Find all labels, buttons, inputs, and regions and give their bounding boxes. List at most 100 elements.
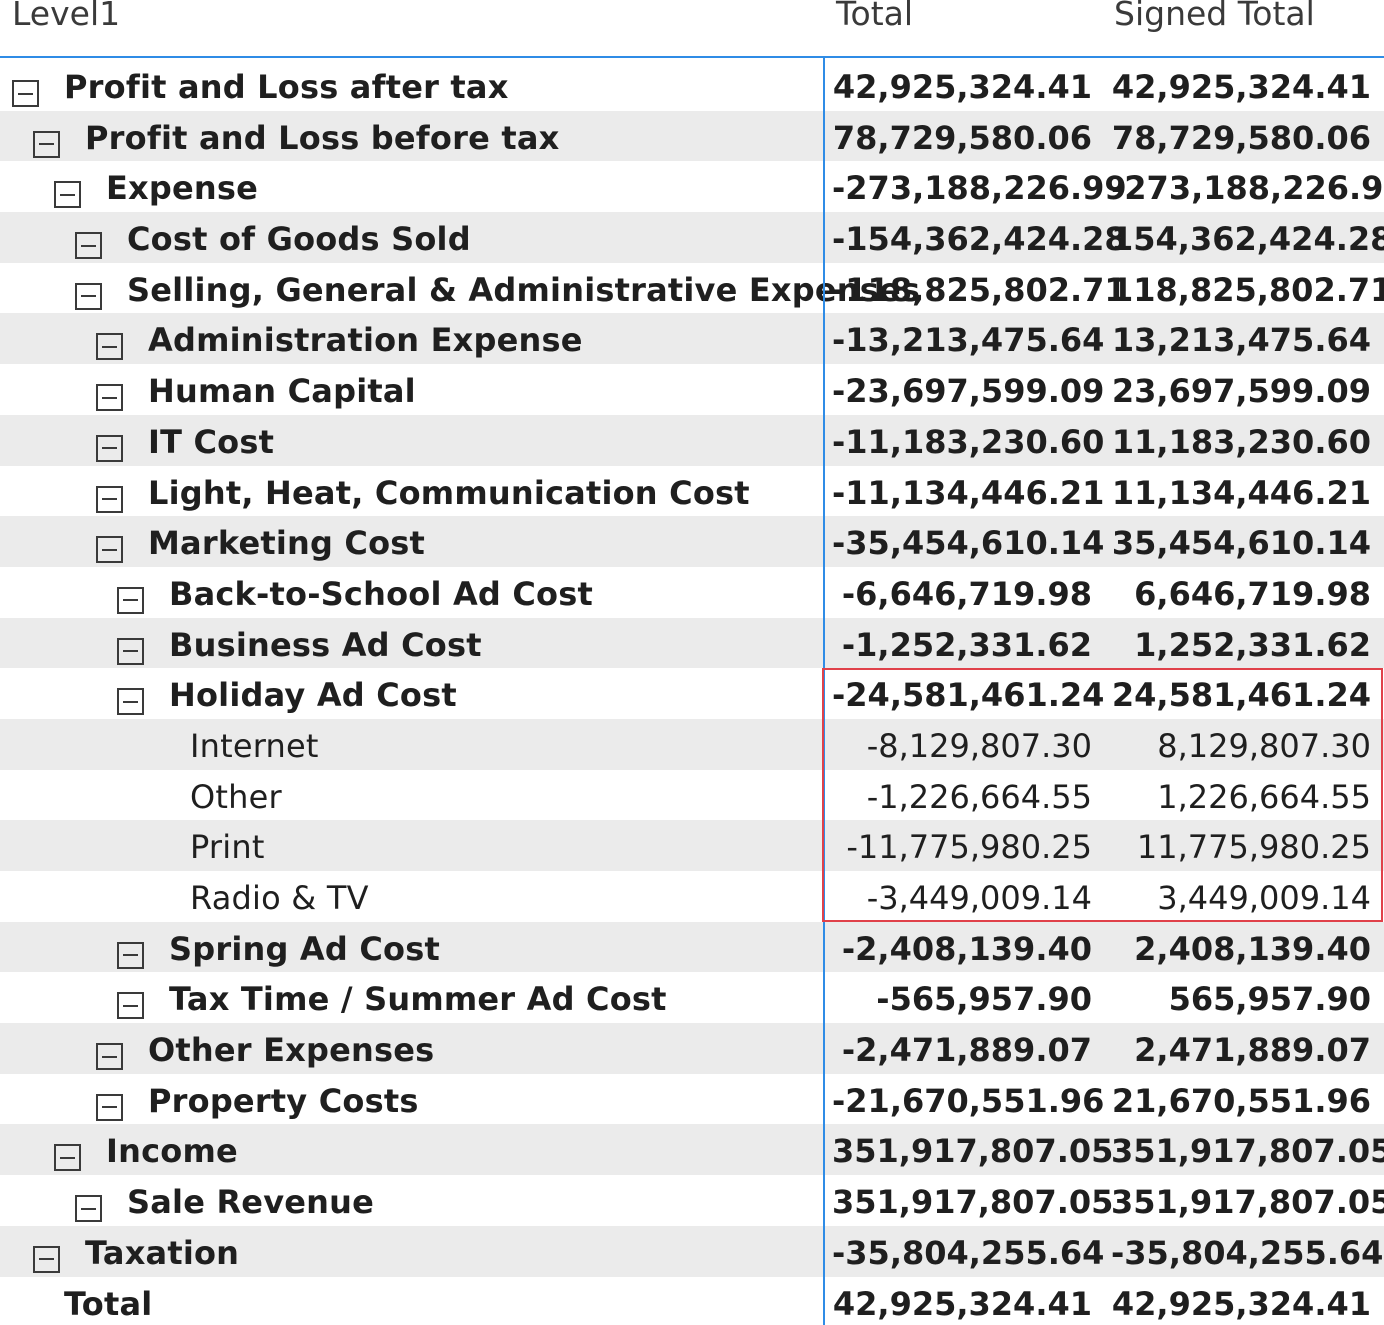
- signed-total-value: 11,134,446.21: [1111, 473, 1371, 512]
- collapse-minus-icon[interactable]: [96, 536, 123, 564]
- row-label: Profit and Loss before tax: [85, 118, 560, 157]
- matrix-header: Level1 Total Signed Total: [0, 0, 1384, 58]
- table-row[interactable]: Property Costs -21,670,551.96 21,670,551.9…: [0, 1074, 1384, 1125]
- collapse-minus-icon[interactable]: [96, 1043, 123, 1071]
- column-header-total[interactable]: Total: [836, 0, 913, 33]
- total-value: -3,449,009.14: [866, 879, 1092, 917]
- total-value: -21,670,551.96: [832, 1081, 1105, 1120]
- column-divider: [823, 58, 825, 1325]
- collapse-minus-icon[interactable]: [96, 384, 123, 412]
- signed-total-value: 1,252,331.62: [1134, 625, 1371, 664]
- row-label: Property Costs: [148, 1081, 419, 1120]
- total-value: -35,454,610.14: [832, 524, 1105, 563]
- collapse-minus-icon[interactable]: [12, 80, 39, 107]
- collapse-minus-icon[interactable]: [96, 434, 123, 462]
- table-row[interactable]: IT Cost -11,183,230.60 11,183,230.60: [0, 414, 1384, 466]
- table-row[interactable]: Income 351,917,807.05 351,917,807.05: [0, 1124, 1384, 1176]
- collapse-minus-icon[interactable]: [75, 282, 102, 310]
- table-row[interactable]: Business Ad Cost -1,252,331.62 1,252,331.6…: [0, 617, 1384, 669]
- row-label: Sale Revenue: [127, 1183, 375, 1222]
- row-label: Income: [106, 1132, 238, 1171]
- table-row[interactable]: Light, Heat, Communication Cost -11,134,4…: [0, 466, 1384, 517]
- signed-total-value: 3,449,009.14: [1157, 879, 1371, 917]
- collapse-minus-icon[interactable]: [117, 586, 144, 614]
- collapse-minus-icon[interactable]: [33, 1245, 60, 1273]
- row-label: Light, Heat, Communication Cost: [148, 473, 750, 512]
- collapse-minus-icon[interactable]: [117, 688, 144, 716]
- total-value: -2,471,889.07: [841, 1031, 1092, 1070]
- total-value: -11,775,980.25: [846, 828, 1092, 867]
- row-label: Holiday Ad Cost: [169, 676, 457, 715]
- table-row[interactable]: Human Capital -23,697,599.09 23,697,599.09: [0, 364, 1384, 415]
- table-row[interactable]: Spring Ad Cost -2,408,139.40 2,408,139.40: [0, 921, 1384, 973]
- collapse-minus-icon[interactable]: [96, 1093, 123, 1121]
- row-label: IT Cost: [148, 422, 275, 461]
- total-value: 351,917,807.05: [832, 1132, 1114, 1171]
- total-value: -6,646,719.98: [841, 574, 1092, 613]
- signed-total-value: 2,408,139.40: [1134, 929, 1371, 968]
- total-value: 78,729,580.06: [832, 118, 1092, 157]
- row-label: Radio & TV: [190, 879, 369, 917]
- table-row[interactable]: Back-to-School Ad Cost -6,646,719.98 6,646…: [0, 567, 1384, 618]
- table-row[interactable]: Marketing Cost -35,454,610.14 35,454,610.1…: [0, 516, 1384, 567]
- row-label: Taxation: [85, 1233, 240, 1272]
- table-row[interactable]: Expense -273,188,226.99 -273,188,226.99: [0, 161, 1384, 212]
- collapse-minus-icon[interactable]: [75, 232, 102, 260]
- table-row[interactable]: Tax Time / Summer Ad Cost -565,957.90 565,…: [0, 972, 1384, 1023]
- row-label: Profit and Loss after tax: [64, 68, 509, 106]
- signed-total-value: 565,957.90: [1168, 980, 1371, 1019]
- signed-total-value: 78,729,580.06: [1111, 118, 1371, 157]
- table-row[interactable]: Other -1,226,664.55 1,226,664.55: [0, 770, 1384, 821]
- total-value: -23,697,599.09: [832, 372, 1105, 411]
- collapse-minus-icon[interactable]: [33, 130, 60, 158]
- table-row[interactable]: Other Expenses -2,471,889.07 2,471,889.07: [0, 1023, 1384, 1074]
- total-value: -2,408,139.40: [841, 929, 1092, 968]
- row-label: Other Expenses: [148, 1031, 435, 1070]
- signed-total-value: 1,226,664.55: [1157, 777, 1371, 816]
- table-row[interactable]: Profit and Loss before tax 78,729,580.06 7…: [0, 110, 1384, 162]
- table-row[interactable]: Print -11,775,980.25 11,775,980.25: [0, 820, 1384, 871]
- column-header-level1[interactable]: Level1: [12, 0, 120, 33]
- total-value: -154,362,424.28: [832, 220, 1127, 259]
- total-value: -35,804,255.64: [832, 1233, 1105, 1272]
- collapse-minus-icon[interactable]: [54, 181, 81, 209]
- column-header-signed-total[interactable]: Signed Total: [1114, 0, 1315, 33]
- signed-total-value: 11,775,980.25: [1136, 828, 1371, 867]
- table-row[interactable]: Selling, General & Administrative Expens…: [0, 263, 1384, 314]
- table-row[interactable]: Sale Revenue 351,917,807.05 351,917,807.05: [0, 1175, 1384, 1226]
- signed-total-value: 42,925,324.41: [1111, 68, 1371, 106]
- collapse-minus-icon[interactable]: [117, 941, 144, 969]
- collapse-minus-icon[interactable]: [96, 485, 123, 513]
- signed-total-value: -35,804,255.64: [1111, 1233, 1384, 1272]
- row-label: Other: [190, 777, 282, 816]
- signed-total-value: 24,581,461.24: [1111, 676, 1371, 715]
- signed-total-value: 11,183,230.60: [1111, 422, 1371, 461]
- collapse-minus-icon[interactable]: [96, 333, 123, 361]
- total-value: 351,917,807.05: [832, 1183, 1114, 1222]
- total-row[interactable]: Total 42,925,324.41 42,925,324.41: [0, 1277, 1384, 1325]
- total-value: -24,581,461.24: [832, 676, 1105, 715]
- row-label: Print: [190, 828, 265, 867]
- table-row[interactable]: Holiday Ad Cost -24,581,461.24 24,581,461.…: [0, 668, 1384, 719]
- signed-total-value: -273,188,226.99: [1111, 169, 1384, 208]
- signed-total-value: 6,646,719.98: [1134, 574, 1371, 613]
- collapse-minus-icon[interactable]: [117, 992, 144, 1020]
- collapse-minus-icon[interactable]: [54, 1144, 81, 1172]
- total-value: -13,213,475.64: [832, 321, 1105, 360]
- table-row[interactable]: Administration Expense -13,213,475.64 13,2…: [0, 313, 1384, 365]
- table-row[interactable]: Internet -8,129,807.30 8,129,807.30: [0, 718, 1384, 770]
- total-value: -565,957.90: [876, 980, 1092, 1019]
- row-label: Total: [64, 1284, 153, 1323]
- table-row[interactable]: Radio & TV -3,449,009.14 3,449,009.14: [0, 871, 1384, 922]
- collapse-minus-icon[interactable]: [75, 1195, 102, 1223]
- table-row[interactable]: Cost of Goods Sold -154,362,424.28 154,362…: [0, 212, 1384, 263]
- signed-total-value: 154,362,424.28: [1111, 220, 1384, 259]
- matrix-rows: Profit and Loss after tax 42,925,324.41 42…: [0, 60, 1384, 1325]
- table-row[interactable]: Profit and Loss after tax 42,925,324.41 42…: [0, 60, 1384, 111]
- signed-total-value: 8,129,807.30: [1157, 726, 1371, 765]
- table-row[interactable]: Taxation -35,804,255.64 -35,804,255.64: [0, 1225, 1384, 1277]
- collapse-minus-icon[interactable]: [117, 637, 144, 665]
- row-label: Selling, General & Administrative Expens…: [127, 270, 921, 309]
- row-label: Tax Time / Summer Ad Cost: [169, 980, 667, 1019]
- total-value: -1,226,664.55: [866, 777, 1092, 816]
